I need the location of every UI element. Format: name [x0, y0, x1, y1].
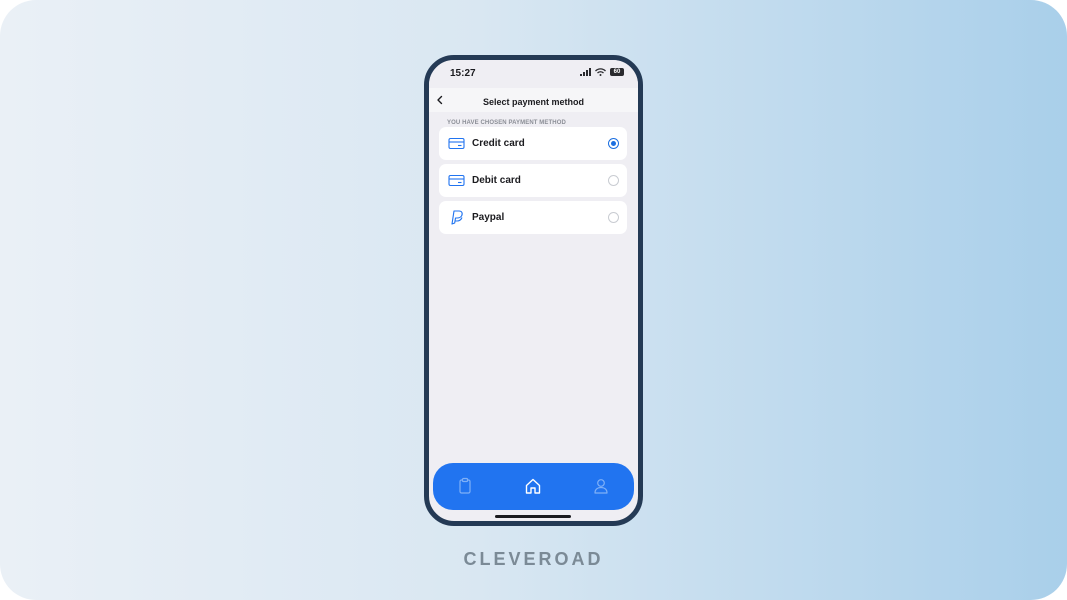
paypal-icon: [451, 210, 463, 225]
brand-logo-text: CLEVEROAD: [463, 549, 604, 569]
status-time: 15:27: [450, 68, 476, 79]
clipboard-icon[interactable]: [456, 477, 474, 495]
battery-icon: 60: [610, 68, 624, 76]
nav-header: Select payment method: [429, 88, 638, 112]
option-label: Paypal: [472, 212, 505, 223]
phone-screen: 15:27 60 Select payment method YOU HAVE …: [424, 55, 643, 526]
home-icon[interactable]: [524, 477, 542, 495]
user-icon[interactable]: [592, 477, 610, 495]
page-title: Select payment method: [482, 97, 585, 107]
credit-card-icon: [448, 137, 465, 150]
bottom-nav-bar: [433, 463, 634, 510]
debit-card-icon: [448, 174, 465, 187]
option-credit-card[interactable]: Credit card: [439, 127, 627, 160]
option-label: Debit card: [472, 175, 521, 186]
option-debit-card[interactable]: Debit card: [439, 164, 627, 197]
status-bar: 15:27 60: [429, 60, 638, 86]
section-label: YOU HAVE CHOSEN PAYMENT METHOD: [447, 120, 566, 126]
signal-icon: [580, 68, 591, 76]
option-paypal[interactable]: Paypal: [439, 201, 627, 234]
home-indicator: [495, 515, 571, 518]
radio-unselected[interactable]: [608, 175, 619, 186]
status-icons: 60: [580, 68, 624, 76]
wifi-icon: [595, 68, 606, 76]
radio-unselected[interactable]: [608, 212, 619, 223]
option-label: Credit card: [472, 138, 525, 149]
radio-selected[interactable]: [608, 138, 619, 149]
background-canvas: 15:27 60 Select payment method YOU HAVE …: [0, 0, 1067, 600]
